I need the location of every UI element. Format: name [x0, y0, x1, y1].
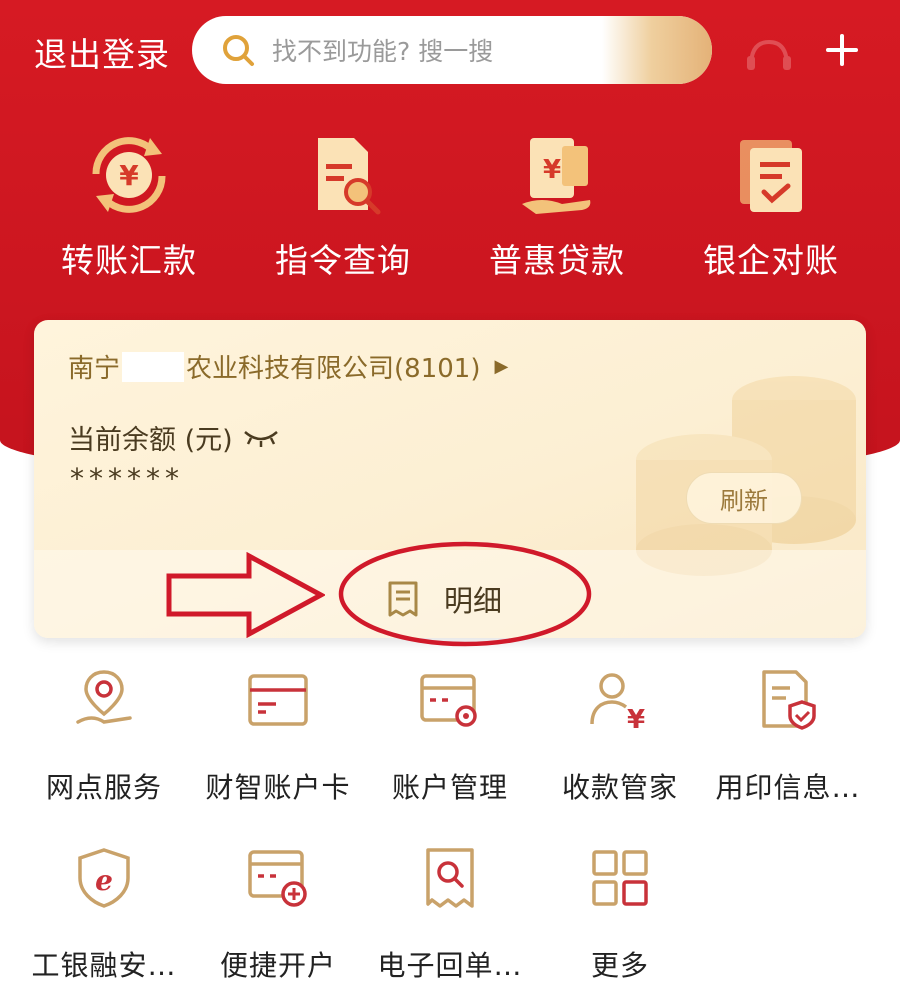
card-add-icon	[248, 850, 307, 907]
yuan-exchange-icon: ¥	[92, 137, 166, 213]
service-label: 收款管家	[561, 771, 678, 804]
redaction-mask	[122, 351, 185, 382]
svg-text:¥: ¥	[119, 159, 139, 192]
company-name-suffix: 农业科技有限公司(8101)	[186, 354, 481, 384]
company-name-prefix: 南宁	[68, 354, 121, 384]
quick-item-reconciliation[interactable]: 银企对账	[664, 130, 878, 282]
service-icon[interactable]	[745, 34, 793, 74]
coin-stack-illustration	[636, 376, 856, 576]
document-shield-icon	[762, 670, 816, 730]
service-label: 更多	[590, 949, 649, 982]
company-selector[interactable]: 南宁 农业科技有限公司(8101) ▶	[68, 348, 508, 385]
service-branch[interactable]: 网点服务	[14, 668, 194, 806]
quick-label-reconciliation: 银企对账	[703, 241, 839, 280]
service-account-management[interactable]: 账户管理	[360, 668, 540, 806]
service-collection-manager[interactable]: ¥ 收款管家	[530, 668, 710, 806]
service-icbc-security[interactable]: e 工银融安…	[14, 846, 194, 984]
service-account-card[interactable]: 财智账户卡	[188, 668, 368, 806]
service-label: 账户管理	[391, 771, 508, 804]
svg-text:¥: ¥	[543, 155, 561, 185]
service-label: 财智账户卡	[205, 771, 351, 804]
person-yuan-icon: ¥	[590, 673, 645, 732]
quick-label-inclusive-loan: 普惠贷款	[489, 241, 625, 280]
service-seal-info[interactable]: 用印信息…	[698, 668, 878, 806]
svg-text:¥: ¥	[627, 705, 645, 732]
search-placeholder: 找不到功能? 搜一搜	[272, 37, 494, 66]
plus-icon[interactable]	[822, 30, 862, 70]
location-hand-icon	[76, 670, 132, 724]
document-search-icon	[318, 138, 381, 215]
service-label: 网点服务	[45, 771, 162, 804]
service-label: 工银融安…	[31, 949, 177, 982]
triangle-right-icon: ▶	[494, 356, 509, 377]
annotation-ellipse	[338, 541, 592, 647]
bank-card-icon	[248, 674, 308, 726]
balance-value: ******	[70, 462, 184, 495]
e-shield-icon: e	[78, 848, 130, 908]
quick-item-transfer[interactable]: ¥ 转账汇款	[22, 130, 236, 282]
service-more[interactable]: 更多	[530, 846, 710, 984]
quick-label-instruction-query: 指令查询	[275, 241, 411, 280]
search-bar[interactable]: 找不到功能? 搜一搜	[192, 16, 712, 84]
annotation-arrow	[166, 552, 325, 638]
quick-item-inclusive-loan[interactable]: ¥ 普惠贷款	[450, 130, 664, 282]
receipt-search-icon	[426, 848, 474, 908]
more-grid-icon	[592, 850, 648, 906]
service-e-receipt[interactable]: 电子回单…	[360, 846, 540, 984]
service-quick-account[interactable]: 便捷开户	[188, 846, 368, 984]
quick-label-transfer: 转账汇款	[61, 241, 197, 280]
reconcile-check-icon	[740, 140, 802, 212]
refresh-button[interactable]: 刷新	[686, 472, 802, 524]
logout-button[interactable]: 退出登录	[34, 28, 170, 76]
quick-menu: ¥ 转账汇款 指令查询 ¥ 普惠贷款 银企对账	[0, 130, 900, 282]
balance-label: 当前余额 (元)	[68, 418, 279, 457]
loan-hand-icon: ¥	[522, 138, 591, 214]
service-label: 便捷开户	[219, 949, 336, 982]
service-label: 用印信息…	[715, 771, 861, 804]
balance-label-text: 当前余额 (元)	[68, 425, 233, 456]
service-label: 电子回单…	[377, 949, 523, 982]
quick-item-instruction-query[interactable]: 指令查询	[236, 130, 450, 282]
card-settings-icon	[420, 674, 477, 727]
eye-closed-icon[interactable]	[243, 428, 279, 448]
search-icon	[223, 35, 254, 66]
svg-text:e: e	[95, 864, 113, 897]
